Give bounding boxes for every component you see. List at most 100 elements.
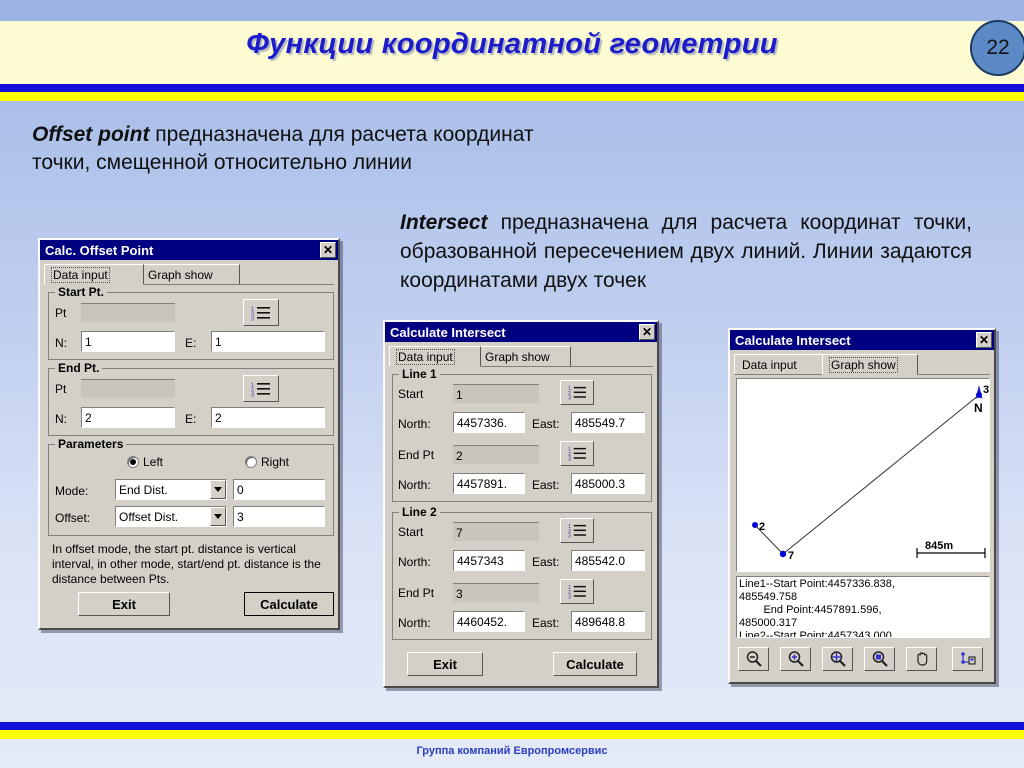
- intersect-graph-titlebar: Calculate Intersect ✕: [730, 330, 994, 350]
- tab-data-input[interactable]: Data input: [44, 264, 144, 285]
- line1-group: Line 1 Start 1 1 2 3 North: 4457336. Eas…: [392, 367, 652, 502]
- footer-company: Группа компаний Европромсервис: [416, 745, 608, 757]
- line2-start-label: Start: [398, 525, 424, 539]
- slide-background: Функции координатной геометрии 22 Offset…: [0, 0, 1024, 768]
- line1-start-field[interactable]: 1: [453, 384, 539, 403]
- offset-label: Offset:: [55, 511, 91, 525]
- line2-start-north-field[interactable]: 4457343: [453, 550, 525, 571]
- intersect-graph-tabstrip: Data input Graph show: [734, 354, 990, 375]
- mode-number-field[interactable]: 0: [233, 479, 325, 500]
- end-pt-field[interactable]: [81, 379, 175, 398]
- line1-end-numbered-list-icon[interactable]: 1 2 3: [560, 441, 594, 466]
- exit-button[interactable]: Exit: [78, 592, 170, 616]
- line1-end-label: End Pt: [398, 448, 435, 462]
- line1-end-east-label: East:: [532, 478, 560, 492]
- start-e-label: E:: [185, 336, 197, 350]
- end-e-field[interactable]: 2: [211, 407, 325, 428]
- start-pt-label: Pt: [55, 306, 67, 320]
- radio-left[interactable]: Left: [127, 455, 163, 469]
- line2-start-east-field[interactable]: 485542.0: [571, 550, 645, 571]
- intersect-term: Intersect: [400, 211, 488, 234]
- line1-end-field[interactable]: 2: [453, 445, 539, 464]
- line2-end-east-field[interactable]: 489648.8: [571, 611, 645, 632]
- zoom-in-icon[interactable]: [780, 647, 811, 671]
- line1-end-north-field[interactable]: 4457891.: [453, 473, 525, 494]
- header-yellow-rule: [0, 92, 1024, 101]
- end-pt-numbered-list-icon[interactable]: 1 2 3: [243, 375, 279, 402]
- offset-combobox[interactable]: Offset Dist.: [115, 506, 227, 527]
- line2-end-field[interactable]: 3: [453, 583, 539, 602]
- zoom-window-icon[interactable]: [864, 647, 895, 671]
- zoom-extents-icon[interactable]: [822, 647, 853, 671]
- zoom-out-icon[interactable]: [738, 647, 769, 671]
- line2-start-field[interactable]: 7: [453, 522, 539, 541]
- calculate-button[interactable]: Calculate: [553, 652, 637, 676]
- line2-end-numbered-list-icon[interactable]: 1 2 3: [560, 579, 594, 604]
- point-data-icon[interactable]: [952, 647, 983, 671]
- line2-start-north-label: North:: [398, 555, 431, 569]
- calculate-intersect-input-dialog: Calculate Intersect ✕ Graph show Data in…: [383, 320, 659, 688]
- start-pt-field[interactable]: [81, 303, 175, 322]
- svg-text:3: 3: [568, 457, 571, 461]
- calculate-button[interactable]: Calculate: [244, 592, 334, 616]
- svg-text:845m: 845m: [925, 540, 953, 552]
- intersect-input-tabstrip: Graph show Data input: [389, 346, 653, 367]
- line2-end-north-field[interactable]: 4460452.: [453, 611, 525, 632]
- line2-end-east-label: East:: [532, 616, 560, 630]
- end-e-label: E:: [185, 412, 197, 426]
- line2-start-east-label: East:: [532, 555, 560, 569]
- svg-text:N: N: [974, 401, 983, 415]
- offset-description: Offset point предназначена для расчета к…: [32, 121, 592, 177]
- tab-data-input[interactable]: Data input: [734, 354, 826, 374]
- graph-toolbar: [736, 646, 990, 674]
- line1-start-east-label: East:: [532, 417, 560, 431]
- svg-text:3: 3: [251, 392, 254, 397]
- exit-button[interactable]: Exit: [407, 652, 483, 676]
- page-title: Функции координатной геометрии: [246, 28, 778, 60]
- line1-start-numbered-list-icon[interactable]: 1 2 3: [560, 380, 594, 405]
- radio-right-label: Right: [261, 455, 290, 469]
- mode-label: Mode:: [55, 484, 89, 498]
- line2-start-numbered-list-icon[interactable]: 1 2 3: [560, 518, 594, 543]
- chevron-down-icon[interactable]: [210, 480, 226, 499]
- tab-graph-show[interactable]: Graph show: [477, 346, 571, 366]
- line1-end-north-label: North:: [398, 478, 431, 492]
- page-number-badge: 22: [970, 20, 1024, 76]
- line1-end-east-field[interactable]: 485000.3: [571, 473, 645, 494]
- start-pt-numbered-list-icon[interactable]: 1 2 3: [243, 299, 279, 326]
- svg-text:2: 2: [759, 521, 765, 533]
- close-icon[interactable]: ✕: [976, 332, 992, 348]
- line1-start-north-field[interactable]: 4457336.: [453, 412, 525, 433]
- line2-end-north-label: North:: [398, 616, 431, 630]
- line2-end-label: End Pt: [398, 586, 435, 600]
- calc-offset-point-dialog: Calc. Offset Point ✕ Graph show Data inp…: [38, 238, 340, 630]
- offset-dialog-titlebar: Calc. Offset Point ✕: [40, 240, 338, 260]
- radio-right-dot: [245, 456, 257, 468]
- pan-hand-icon[interactable]: [906, 647, 937, 671]
- intersect-result-text: Line1--Start Point:4457336.838, 485549.7…: [739, 578, 895, 638]
- line1-start-north-label: North:: [398, 417, 431, 431]
- tab-graph-show[interactable]: Graph show: [822, 354, 918, 375]
- close-icon[interactable]: ✕: [639, 324, 655, 340]
- end-n-field[interactable]: 2: [81, 407, 175, 428]
- offset-number-field[interactable]: 3: [233, 506, 325, 527]
- end-point-group: End Pt. Pt 1 2 3 N: 2 E: 2: [48, 361, 334, 436]
- header-top-band: [0, 0, 1024, 21]
- mode-combobox[interactable]: End Dist.: [115, 479, 227, 500]
- radio-right[interactable]: Right: [245, 455, 289, 469]
- start-n-field[interactable]: 1: [81, 331, 175, 352]
- header-blue-rule: [0, 84, 1024, 92]
- intersect-graph-title: Calculate Intersect: [735, 332, 851, 348]
- chevron-down-icon[interactable]: [210, 507, 226, 526]
- offset-dialog-tabstrip: Graph show Data input: [44, 264, 334, 285]
- start-n-label: N:: [55, 336, 67, 350]
- line1-start-east-field[interactable]: 485549.7: [571, 412, 645, 433]
- end-pt-label: Pt: [55, 382, 67, 396]
- parameters-group: Parameters Left Right Mode: End Dist. 0 …: [48, 437, 334, 536]
- footer-yellow-rule: [0, 730, 1024, 739]
- close-icon[interactable]: ✕: [320, 242, 336, 258]
- tab-graph-show[interactable]: Graph show: [140, 264, 240, 284]
- tab-data-input[interactable]: Data input: [389, 346, 481, 367]
- start-e-field[interactable]: 1: [211, 331, 325, 352]
- intersect-graph-canvas[interactable]: 3 N 2 7 845m: [736, 378, 990, 572]
